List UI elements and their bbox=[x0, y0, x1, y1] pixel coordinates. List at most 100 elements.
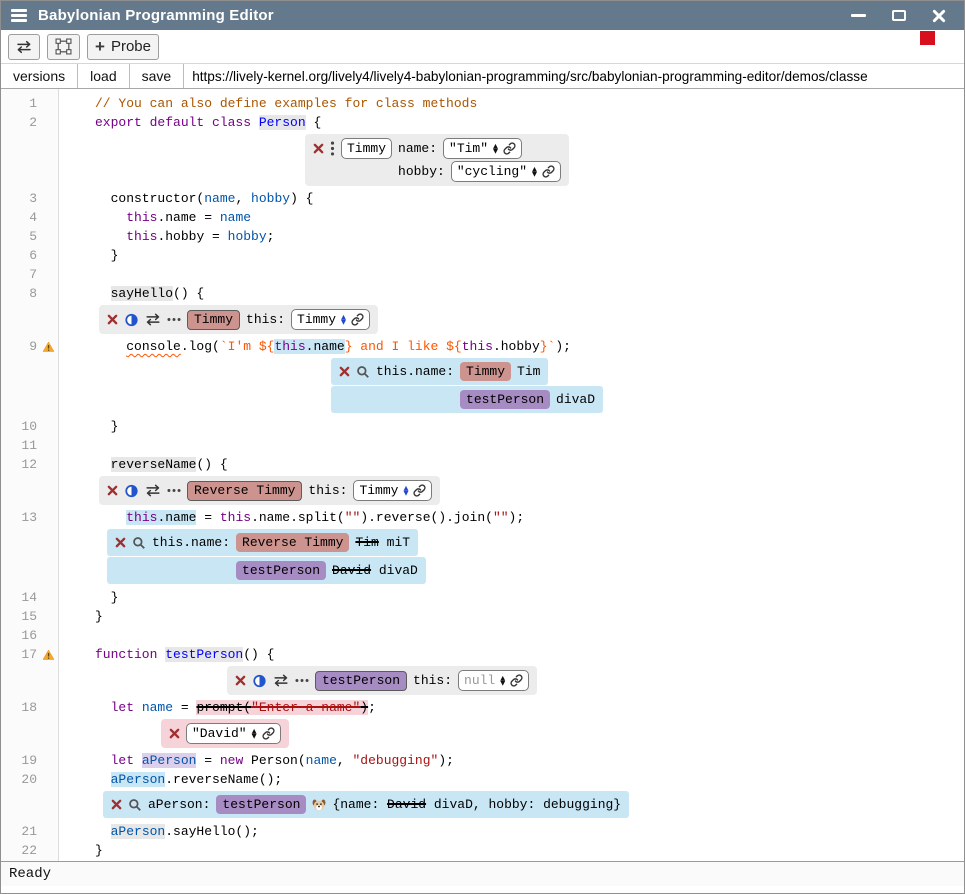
link-icon[interactable] bbox=[351, 313, 364, 326]
delete-annotation-button[interactable] bbox=[235, 675, 246, 686]
delete-probe-button[interactable] bbox=[339, 366, 350, 377]
link-icon[interactable] bbox=[503, 142, 516, 155]
gutter-cell[interactable]: 18 bbox=[1, 698, 59, 717]
gutter-cell[interactable] bbox=[1, 474, 59, 508]
line-number[interactable]: 1 bbox=[1, 94, 42, 113]
more-icon[interactable] bbox=[167, 317, 181, 322]
gutter-cell[interactable] bbox=[1, 717, 59, 751]
code-line[interactable]: sayHello() { bbox=[95, 284, 964, 303]
toggle-icon[interactable] bbox=[124, 484, 139, 498]
line-number[interactable]: 10 bbox=[1, 417, 42, 436]
code-line[interactable]: constructor(name, hobby) { bbox=[95, 189, 964, 208]
code-line[interactable]: export default class Person { bbox=[95, 113, 964, 132]
code-line[interactable]: this.hobby = hobby; bbox=[95, 227, 964, 246]
this-value-box[interactable]: Timmy▲▼ bbox=[291, 309, 370, 330]
code-line[interactable]: this.name = this.name.split("").reverse(… bbox=[95, 508, 964, 527]
line-number[interactable]: 8 bbox=[1, 284, 42, 303]
line-number[interactable]: 9 bbox=[1, 337, 42, 356]
line-number[interactable]: 13 bbox=[1, 508, 42, 527]
this-value-box[interactable]: null▲▼ bbox=[458, 670, 529, 691]
code-line[interactable]: aPerson.reverseName(); bbox=[95, 770, 964, 789]
code-line[interactable]: } bbox=[95, 246, 964, 265]
minimize-icon[interactable] bbox=[851, 14, 866, 18]
stepper-icon[interactable]: ▲▼ bbox=[403, 486, 408, 496]
swap-arrows-button[interactable] bbox=[8, 34, 40, 60]
code-line[interactable]: } bbox=[95, 588, 964, 607]
gutter-cell[interactable]: 16 bbox=[1, 626, 59, 645]
code-line[interactable]: } bbox=[95, 607, 964, 626]
gutter-cell[interactable]: 13 bbox=[1, 508, 59, 527]
example-badge[interactable]: Timmy bbox=[460, 362, 511, 381]
load-button[interactable]: load bbox=[78, 64, 129, 88]
gutter-cell[interactable]: 9 bbox=[1, 337, 59, 356]
code-line[interactable]: } bbox=[95, 841, 964, 860]
code-editor[interactable]: 1 // You can also define examples for cla… bbox=[1, 89, 964, 861]
line-number[interactable]: 15 bbox=[1, 607, 42, 626]
example-badge[interactable]: Reverse Timmy bbox=[187, 481, 302, 501]
stepper-icon[interactable]: ▲▼ bbox=[341, 315, 346, 325]
drag-handle-icon[interactable] bbox=[330, 141, 335, 156]
delete-replacement-button[interactable] bbox=[169, 728, 180, 739]
add-probe-button[interactable]: +Probe bbox=[87, 34, 159, 60]
line-number[interactable]: 19 bbox=[1, 751, 42, 770]
stepper-icon[interactable]: ▲▼ bbox=[252, 729, 257, 739]
line-number[interactable]: 14 bbox=[1, 588, 42, 607]
url-input[interactable]: https://lively-kernel.org/lively4/lively… bbox=[184, 64, 964, 88]
code-line[interactable]: // You can also define examples for clas… bbox=[95, 94, 964, 113]
gutter-cell[interactable]: 11 bbox=[1, 436, 59, 455]
example-badge[interactable]: Timmy bbox=[187, 310, 240, 330]
maximize-icon[interactable] bbox=[892, 10, 906, 21]
line-number[interactable]: 12 bbox=[1, 455, 42, 474]
gutter-cell[interactable]: 1 bbox=[1, 94, 59, 113]
this-value-box[interactable]: Timmy▲▼ bbox=[353, 480, 432, 501]
toggle-icon[interactable] bbox=[252, 674, 267, 688]
gutter-cell[interactable] bbox=[1, 527, 59, 588]
toggle-icon[interactable] bbox=[124, 313, 139, 327]
delete-probe-button[interactable] bbox=[111, 799, 122, 810]
gutter-cell[interactable]: 4 bbox=[1, 208, 59, 227]
swap-arrows-icon[interactable] bbox=[273, 674, 289, 687]
line-number[interactable]: 16 bbox=[1, 626, 42, 645]
delete-annotation-button[interactable] bbox=[107, 485, 118, 496]
gutter-cell[interactable]: 3 bbox=[1, 189, 59, 208]
gutter-cell[interactable]: 20 bbox=[1, 770, 59, 789]
line-number[interactable]: 4 bbox=[1, 208, 42, 227]
line-number[interactable]: 6 bbox=[1, 246, 42, 265]
save-button[interactable]: save bbox=[130, 64, 185, 88]
example-badge[interactable]: testPerson bbox=[460, 390, 550, 409]
magnifier-icon[interactable] bbox=[132, 536, 146, 550]
line-number[interactable]: 3 bbox=[1, 189, 42, 208]
delete-probe-button[interactable] bbox=[115, 537, 126, 548]
line-number[interactable]: 2 bbox=[1, 113, 42, 132]
code-line[interactable]: } bbox=[95, 417, 964, 436]
line-number[interactable]: 17 bbox=[1, 645, 42, 664]
menu-icon[interactable] bbox=[11, 9, 27, 22]
param-value-box[interactable]: "cycling"▲▼ bbox=[451, 161, 561, 182]
stepper-icon[interactable]: ▲▼ bbox=[532, 167, 537, 177]
magnifier-icon[interactable] bbox=[356, 365, 370, 379]
example-badge[interactable]: Reverse Timmy bbox=[236, 533, 349, 552]
gutter-cell[interactable]: 14 bbox=[1, 588, 59, 607]
gutter-cell[interactable] bbox=[1, 303, 59, 337]
line-number[interactable]: 20 bbox=[1, 770, 42, 789]
stepper-icon[interactable]: ▲▼ bbox=[500, 676, 505, 686]
magnifier-icon[interactable] bbox=[128, 798, 142, 812]
gutter-cell[interactable]: 21 bbox=[1, 822, 59, 841]
link-icon[interactable] bbox=[542, 165, 555, 178]
gutter-cell[interactable]: 15 bbox=[1, 607, 59, 626]
stepper-icon[interactable]: ▲▼ bbox=[493, 144, 498, 154]
line-number[interactable]: 22 bbox=[1, 841, 42, 860]
gutter-cell[interactable]: 10 bbox=[1, 417, 59, 436]
code-line[interactable]: function testPerson() { bbox=[95, 645, 964, 664]
delete-annotation-button[interactable] bbox=[107, 314, 118, 325]
gutter-cell[interactable] bbox=[1, 356, 59, 417]
close-icon[interactable] bbox=[932, 9, 946, 23]
more-icon[interactable] bbox=[167, 488, 181, 493]
swap-arrows-icon[interactable] bbox=[145, 313, 161, 326]
example-badge[interactable]: testPerson bbox=[236, 561, 326, 580]
gutter-cell[interactable] bbox=[1, 664, 59, 698]
swap-arrows-icon[interactable] bbox=[145, 484, 161, 497]
delete-example-button[interactable] bbox=[313, 143, 324, 154]
gutter-cell[interactable]: 5 bbox=[1, 227, 59, 246]
example-badge[interactable]: testPerson bbox=[216, 795, 306, 814]
